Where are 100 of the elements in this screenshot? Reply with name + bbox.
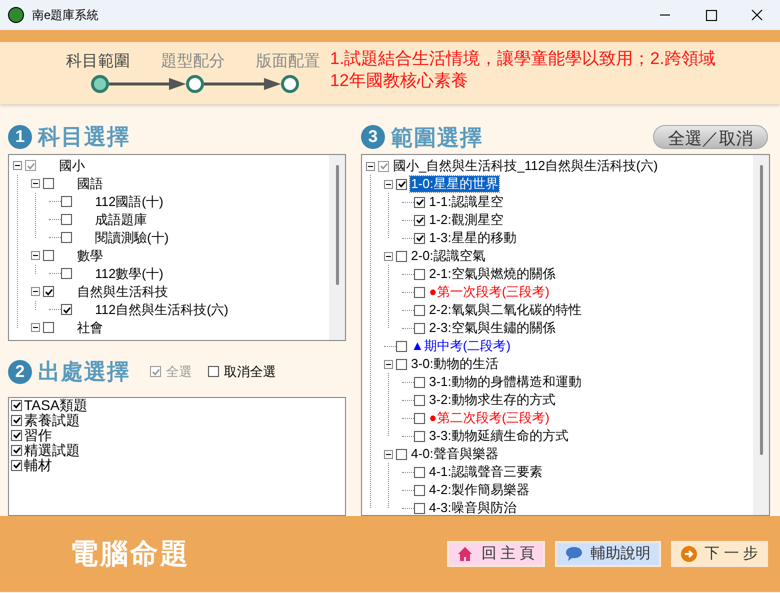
- select-toggle-button[interactable]: 全選／取消: [653, 125, 768, 149]
- tree-item[interactable]: ●第二次段考(三段考): [428, 410, 551, 426]
- speech-bubble-icon: [564, 546, 583, 562]
- list-item[interactable]: 習作: [24, 428, 52, 443]
- checkbox-label[interactable]: 取消全選: [224, 362, 276, 382]
- tree-item[interactable]: 112自然與生活科技(六): [94, 302, 230, 318]
- tree-item[interactable]: 1-1:認識星空: [428, 194, 504, 210]
- list-item[interactable]: 素養試題: [24, 412, 80, 428]
- tree-item[interactable]: 閱讀測驗(十): [94, 230, 170, 246]
- checkbox[interactable]: [414, 304, 425, 316]
- list-item[interactable]: TASA類題: [24, 398, 88, 413]
- tree-item[interactable]: 成語題庫: [94, 212, 148, 228]
- collapse-icon[interactable]: [366, 162, 375, 170]
- checkbox[interactable]: [396, 448, 407, 460]
- checkbox[interactable]: [61, 268, 72, 280]
- checkbox[interactable]: [414, 394, 425, 406]
- tree-item[interactable]: 4-1:認識聲音三要素: [428, 464, 544, 480]
- checkbox[interactable]: [414, 376, 425, 388]
- checkbox[interactable]: [414, 196, 425, 208]
- tree-item[interactable]: 4-2:製作簡易樂器: [428, 482, 530, 498]
- checkbox[interactable]: [414, 322, 425, 334]
- tree-item[interactable]: 3-1:動物的身體構造和運動: [428, 374, 582, 390]
- checkbox[interactable]: [378, 160, 389, 172]
- tree-item[interactable]: 3-2:動物求生存的方式: [428, 392, 556, 408]
- checkbox[interactable]: [414, 502, 425, 514]
- checkbox[interactable]: [11, 444, 22, 456]
- tree-item[interactable]: 1-3:星星的移動: [428, 230, 518, 246]
- scrollbar[interactable]: [753, 155, 769, 515]
- tree-item[interactable]: 數學: [76, 248, 104, 264]
- section-title: 科目選擇: [38, 123, 130, 152]
- tree-item[interactable]: 2-1:空氣與燃燒的關係: [428, 266, 556, 282]
- checkbox[interactable]: [396, 340, 407, 352]
- checkbox[interactable]: [414, 214, 425, 226]
- collapse-icon[interactable]: [384, 180, 393, 188]
- tree-item[interactable]: 國小: [58, 158, 86, 174]
- collapse-icon[interactable]: [384, 450, 393, 458]
- checkbox[interactable]: [414, 412, 425, 424]
- step-label[interactable]: 科目範圍: [66, 50, 130, 74]
- tree-item[interactable]: 國語: [76, 176, 104, 192]
- arrow-icon: [204, 78, 281, 90]
- checkbox[interactable]: [414, 268, 425, 280]
- checkbox[interactable]: [396, 358, 407, 370]
- list-item[interactable]: 輔材: [24, 458, 52, 473]
- section-title: 出處選擇: [38, 358, 130, 386]
- step-number-badge: 2: [8, 360, 32, 384]
- tree-item[interactable]: 4-3:噪音與防治: [428, 500, 518, 515]
- notice-text: 1.試題結合生活情境，讓學童能學以致用；2.跨領域: [330, 48, 716, 70]
- checkbox[interactable]: [61, 232, 72, 244]
- tree-item[interactable]: ●第一次段考(三段考): [428, 284, 551, 300]
- collapse-icon[interactable]: [384, 252, 393, 260]
- checkbox[interactable]: [396, 250, 407, 262]
- tree-item[interactable]: 112國語(十): [94, 194, 164, 210]
- list-item[interactable]: 精選試題: [24, 442, 80, 458]
- tree-item[interactable]: 社會: [76, 320, 104, 336]
- tree-item[interactable]: 自然與生活科技: [76, 284, 169, 300]
- app-logo-icon: [8, 7, 24, 23]
- checkbox[interactable]: [414, 466, 425, 478]
- checkbox[interactable]: [43, 250, 54, 262]
- checkbox[interactable]: [43, 322, 54, 334]
- tree-item[interactable]: 1-2:觀測星空: [428, 212, 504, 228]
- collapse-icon[interactable]: [31, 179, 40, 188]
- tree-item[interactable]: 2-3:空氣與生鏽的關係: [428, 320, 556, 336]
- checkbox[interactable]: [61, 304, 72, 316]
- tree-item[interactable]: 國小_自然與生活科技_112自然與生活科技(六): [392, 158, 659, 174]
- arrow-right-icon: [680, 546, 697, 562]
- section-title: 範圍選擇: [391, 124, 483, 152]
- collapse-icon[interactable]: [31, 287, 40, 296]
- checkbox[interactable]: [11, 414, 22, 426]
- collapse-icon[interactable]: [13, 161, 22, 170]
- checkbox[interactable]: [11, 400, 22, 411]
- checkbox[interactable]: [414, 232, 425, 244]
- scrollbar[interactable]: [329, 154, 345, 340]
- checkbox[interactable]: [208, 366, 219, 378]
- checkbox[interactable]: [43, 286, 54, 298]
- collapse-icon[interactable]: [31, 251, 40, 260]
- tree-item[interactable]: 3-3:動物延續生命的方式: [428, 428, 570, 444]
- checkbox[interactable]: [61, 214, 72, 226]
- help-button[interactable]: 輔助說明: [554, 541, 661, 567]
- home-icon: [457, 546, 474, 562]
- checkbox[interactable]: [61, 196, 72, 208]
- collapse-icon[interactable]: [384, 360, 393, 368]
- tree-item[interactable]: ▲期中考(二段考): [410, 338, 512, 354]
- checkbox[interactable]: [11, 430, 22, 441]
- tree-item[interactable]: 2-0:認識空氣: [410, 248, 486, 264]
- checkbox[interactable]: [414, 286, 425, 298]
- checkbox[interactable]: [414, 430, 425, 442]
- next-button[interactable]: 下 一 步: [670, 541, 768, 567]
- tree-item[interactable]: 2-2:氧氣與二氧化碳的特性: [428, 302, 582, 318]
- collapse-icon[interactable]: [31, 323, 40, 332]
- notice-text: 12年國教核心素養: [330, 70, 469, 92]
- checkbox[interactable]: [11, 460, 22, 471]
- checkbox[interactable]: [414, 484, 425, 496]
- tree-item[interactable]: 3-0:動物的生活: [410, 356, 500, 372]
- checkbox[interactable]: [25, 160, 36, 172]
- checkbox[interactable]: [396, 178, 407, 190]
- checkbox[interactable]: [43, 178, 54, 190]
- tree-item[interactable]: 4-0:聲音與樂器: [410, 446, 500, 462]
- home-button[interactable]: 回 主 頁: [447, 541, 545, 567]
- tree-item[interactable]: 112數學(十): [94, 266, 164, 282]
- tree-item[interactable]: 1-0:星星的世界: [410, 176, 500, 192]
